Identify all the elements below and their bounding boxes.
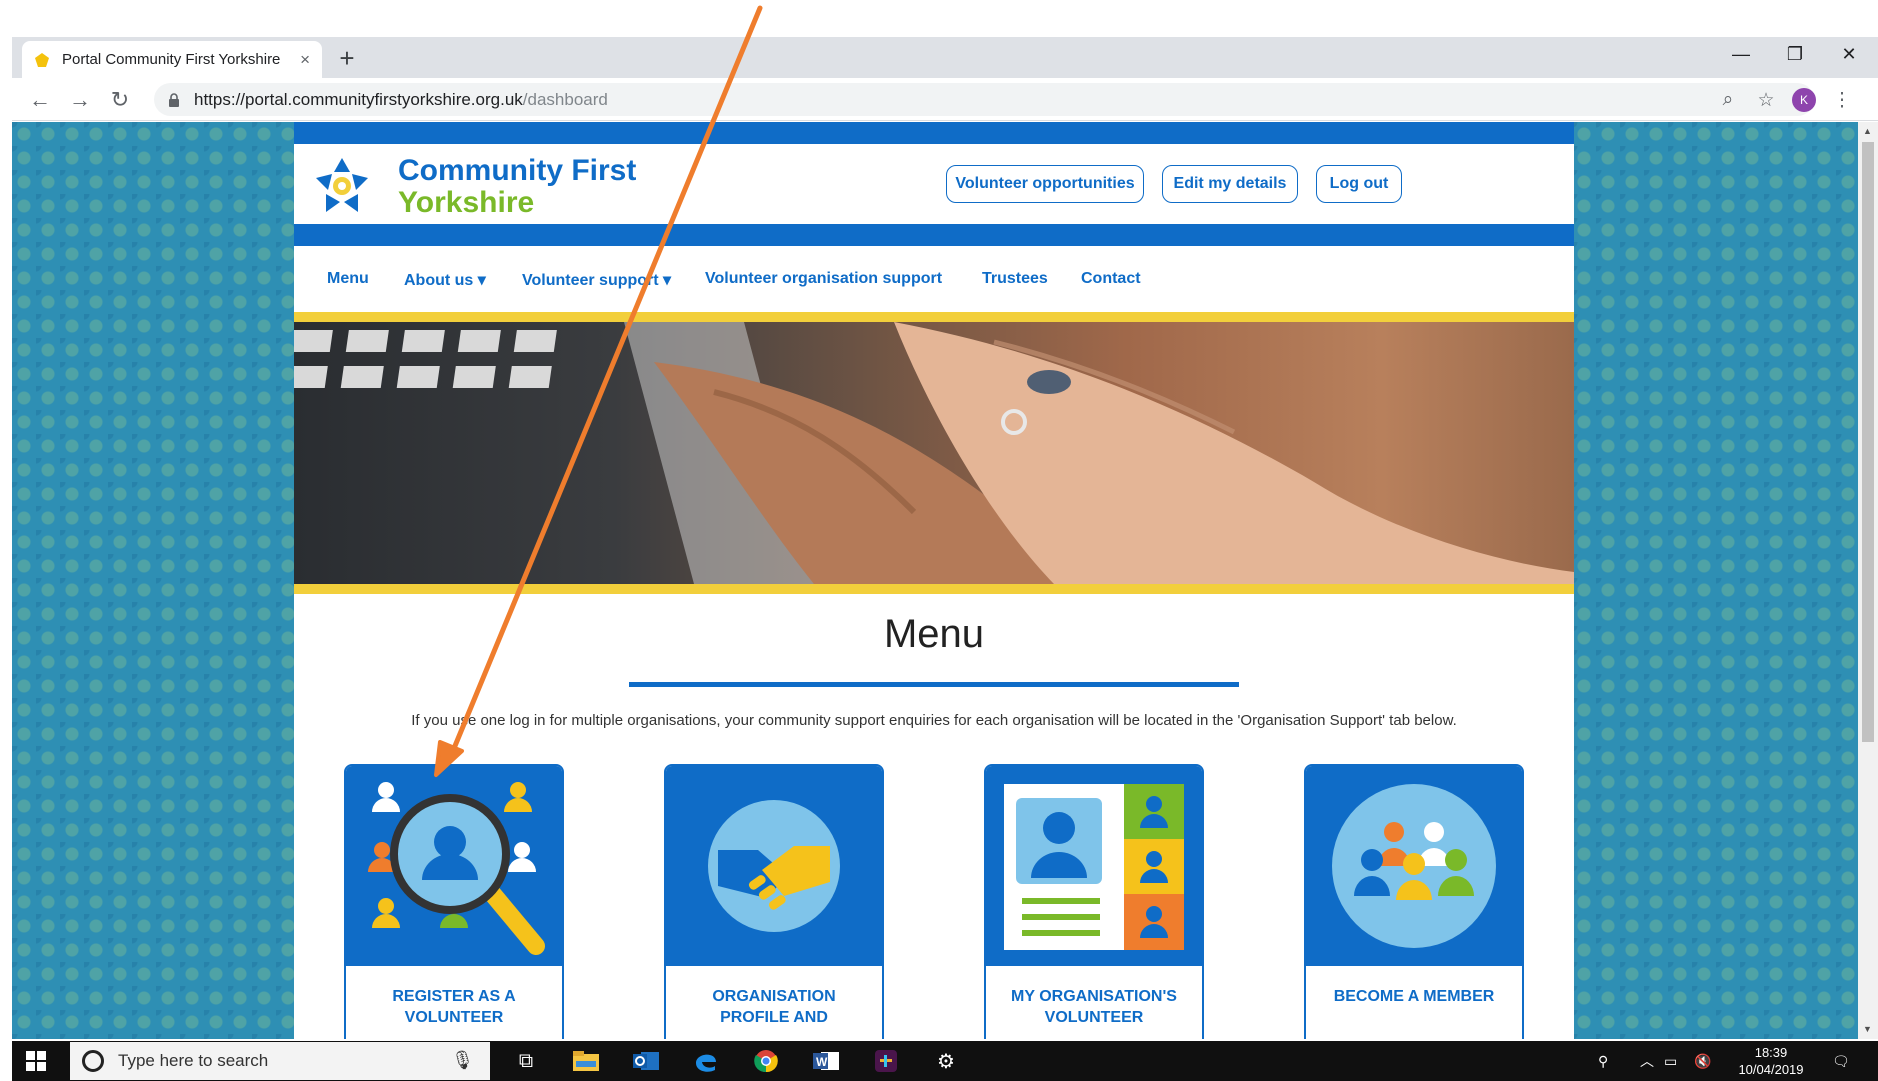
nav-about-us[interactable]: About us ▾ <box>404 270 486 290</box>
card-label: BECOME A MEMBER <box>1333 988 1495 1005</box>
my-organisation-volunteer-card[interactable]: MY ORGANISATION'S VOLUNTEER <box>984 764 1204 1039</box>
browser-tab[interactable]: Portal Community First Yorkshire × <box>22 41 322 78</box>
become-member-card[interactable]: BECOME A MEMBER <box>1304 764 1524 1039</box>
lock-icon <box>169 92 179 107</box>
windows-logo-icon <box>26 1051 46 1071</box>
nav-volunteer-support[interactable]: Volunteer support ▾ <box>522 270 671 290</box>
register-volunteer-card[interactable]: REGISTER AS A VOLUNTEER <box>344 764 564 1039</box>
magnifier-people-icon <box>368 782 545 955</box>
microphone-icon[interactable]: 🎙 <box>451 1050 474 1071</box>
brand-name-line1: Community First <box>398 154 637 187</box>
forward-arrow-icon[interactable]: → <box>64 84 96 116</box>
card-art <box>986 766 1202 966</box>
bookmark-star-icon[interactable]: ☆ <box>1750 84 1782 116</box>
taskbar-clock[interactable]: 18:39 10/04/2019 <box>1726 1044 1816 1078</box>
clock-date: 10/04/2019 <box>1738 1062 1804 1077</box>
volunteer-opportunities-button[interactable]: Volunteer opportunities <box>946 165 1144 203</box>
svg-text:W: W <box>816 1055 828 1069</box>
nav-menu[interactable]: Menu <box>327 270 369 288</box>
slack-icon[interactable] <box>864 1045 908 1077</box>
browser-toolbar: ← → ↻ https://portal.communityfirstyorks… <box>12 78 1878 121</box>
site-nav: Menu About us ▾ Volunteer support ▾ Volu… <box>294 246 1574 312</box>
page-scrollbar[interactable]: ▲ ▼ <box>1858 122 1878 1039</box>
menu-title: Menu <box>883 612 985 656</box>
tab-close-icon[interactable]: × <box>300 50 310 70</box>
settings-gear-icon[interactable]: ⚙ <box>924 1045 968 1077</box>
scroll-up-icon[interactable]: ▲ <box>1863 126 1872 136</box>
page-viewport: Community First Yorkshire Volunteer oppo… <box>12 122 1858 1039</box>
group-people-icon <box>1332 784 1496 948</box>
zoom-icon[interactable]: ⌕ <box>1712 84 1744 116</box>
new-tab-button[interactable]: + <box>330 41 364 75</box>
blue-band <box>294 224 1574 246</box>
profile-avatar[interactable]: K <box>1788 84 1820 116</box>
card-art <box>666 766 882 966</box>
close-window-button[interactable]: ✕ <box>1822 37 1876 71</box>
restore-button[interactable]: ❐ <box>1768 37 1822 71</box>
minimize-button[interactable]: — <box>1714 37 1768 71</box>
menu-note: If you use one log in for multiple organ… <box>411 712 1457 729</box>
handshake-icon <box>708 800 840 932</box>
favicon-icon <box>35 52 49 67</box>
site-header: Community First Yorkshire Volunteer oppo… <box>294 144 1574 224</box>
logo-icon <box>316 158 368 212</box>
outlook-icon[interactable] <box>624 1045 668 1077</box>
kebab-menu-icon[interactable]: ⋮ <box>1826 84 1858 116</box>
edge-icon[interactable] <box>684 1045 728 1077</box>
card-art <box>346 766 562 966</box>
chrome-icon[interactable] <box>744 1045 788 1077</box>
browser-window: Portal Community First Yorkshire × + — ❐… <box>12 37 1878 1081</box>
cortana-icon <box>82 1050 104 1072</box>
site-container: Community First Yorkshire Volunteer oppo… <box>294 122 1574 1039</box>
back-arrow-icon[interactable]: ← <box>24 84 56 116</box>
hero-image <box>294 322 1574 584</box>
volume-muted-icon[interactable]: 🔇 <box>1694 1041 1711 1081</box>
menu-divider <box>629 682 1239 687</box>
yellow-band-lower <box>294 584 1574 594</box>
hands-photo <box>294 322 1574 584</box>
address-bar[interactable]: https://portal.communityfirstyorkshire.o… <box>154 83 1814 116</box>
nav-trustees[interactable]: Trustees <box>982 270 1048 288</box>
scroll-down-icon[interactable]: ▼ <box>1863 1024 1872 1034</box>
word-icon[interactable]: W <box>804 1045 848 1077</box>
edit-my-details-button[interactable]: Edit my details <box>1162 165 1298 203</box>
taskbar-search[interactable]: Type here to search 🎙 <box>70 1042 490 1080</box>
nav-volunteer-organisation-support[interactable]: Volunteer organisation support <box>705 270 942 288</box>
tab-strip: Portal Community First Yorkshire × + — ❐… <box>12 37 1878 78</box>
action-center-icon[interactable]: 🗨 <box>1832 1041 1850 1081</box>
brand-name-line2: Yorkshire <box>398 186 535 219</box>
reload-icon[interactable]: ↻ <box>104 84 136 116</box>
card-label: REGISTER AS A VOLUNTEER <box>392 988 516 1026</box>
log-out-button[interactable]: Log out <box>1316 165 1402 203</box>
card-art <box>1306 766 1522 966</box>
battery-icon[interactable]: ▭ <box>1664 1041 1677 1081</box>
nav-contact[interactable]: Contact <box>1081 270 1141 288</box>
people-icon[interactable]: ⚲ <box>1598 1041 1608 1081</box>
tab-title: Portal Community First Yorkshire <box>62 51 281 68</box>
task-view-icon[interactable]: ⧉ <box>504 1045 548 1077</box>
volunteer-profile-icon <box>1004 784 1184 950</box>
yellow-band <box>294 312 1574 322</box>
avatar-letter: K <box>1792 88 1816 112</box>
search-placeholder: Type here to search <box>118 1051 269 1070</box>
organisation-profile-card[interactable]: ORGANISATION PROFILE AND <box>664 764 884 1039</box>
card-label: ORGANISATION PROFILE AND <box>712 988 836 1026</box>
card-label: MY ORGANISATION'S VOLUNTEER <box>1011 988 1177 1026</box>
top-band <box>294 122 1574 144</box>
windows-taskbar: Type here to search 🎙 ⧉ W ⚙ ⚲ ︿ ▭ 🔇 18:3… <box>12 1041 1878 1081</box>
url-path: /dashboard <box>522 89 608 109</box>
start-button[interactable] <box>12 1041 60 1081</box>
url-host: https://portal.communityfirstyorkshire.o… <box>194 89 523 109</box>
clock-time: 18:39 <box>1754 1045 1788 1060</box>
tray-chevron-icon[interactable]: ︿ <box>1640 1041 1654 1081</box>
scroll-thumb[interactable] <box>1862 142 1874 742</box>
file-explorer-icon[interactable] <box>564 1045 608 1077</box>
